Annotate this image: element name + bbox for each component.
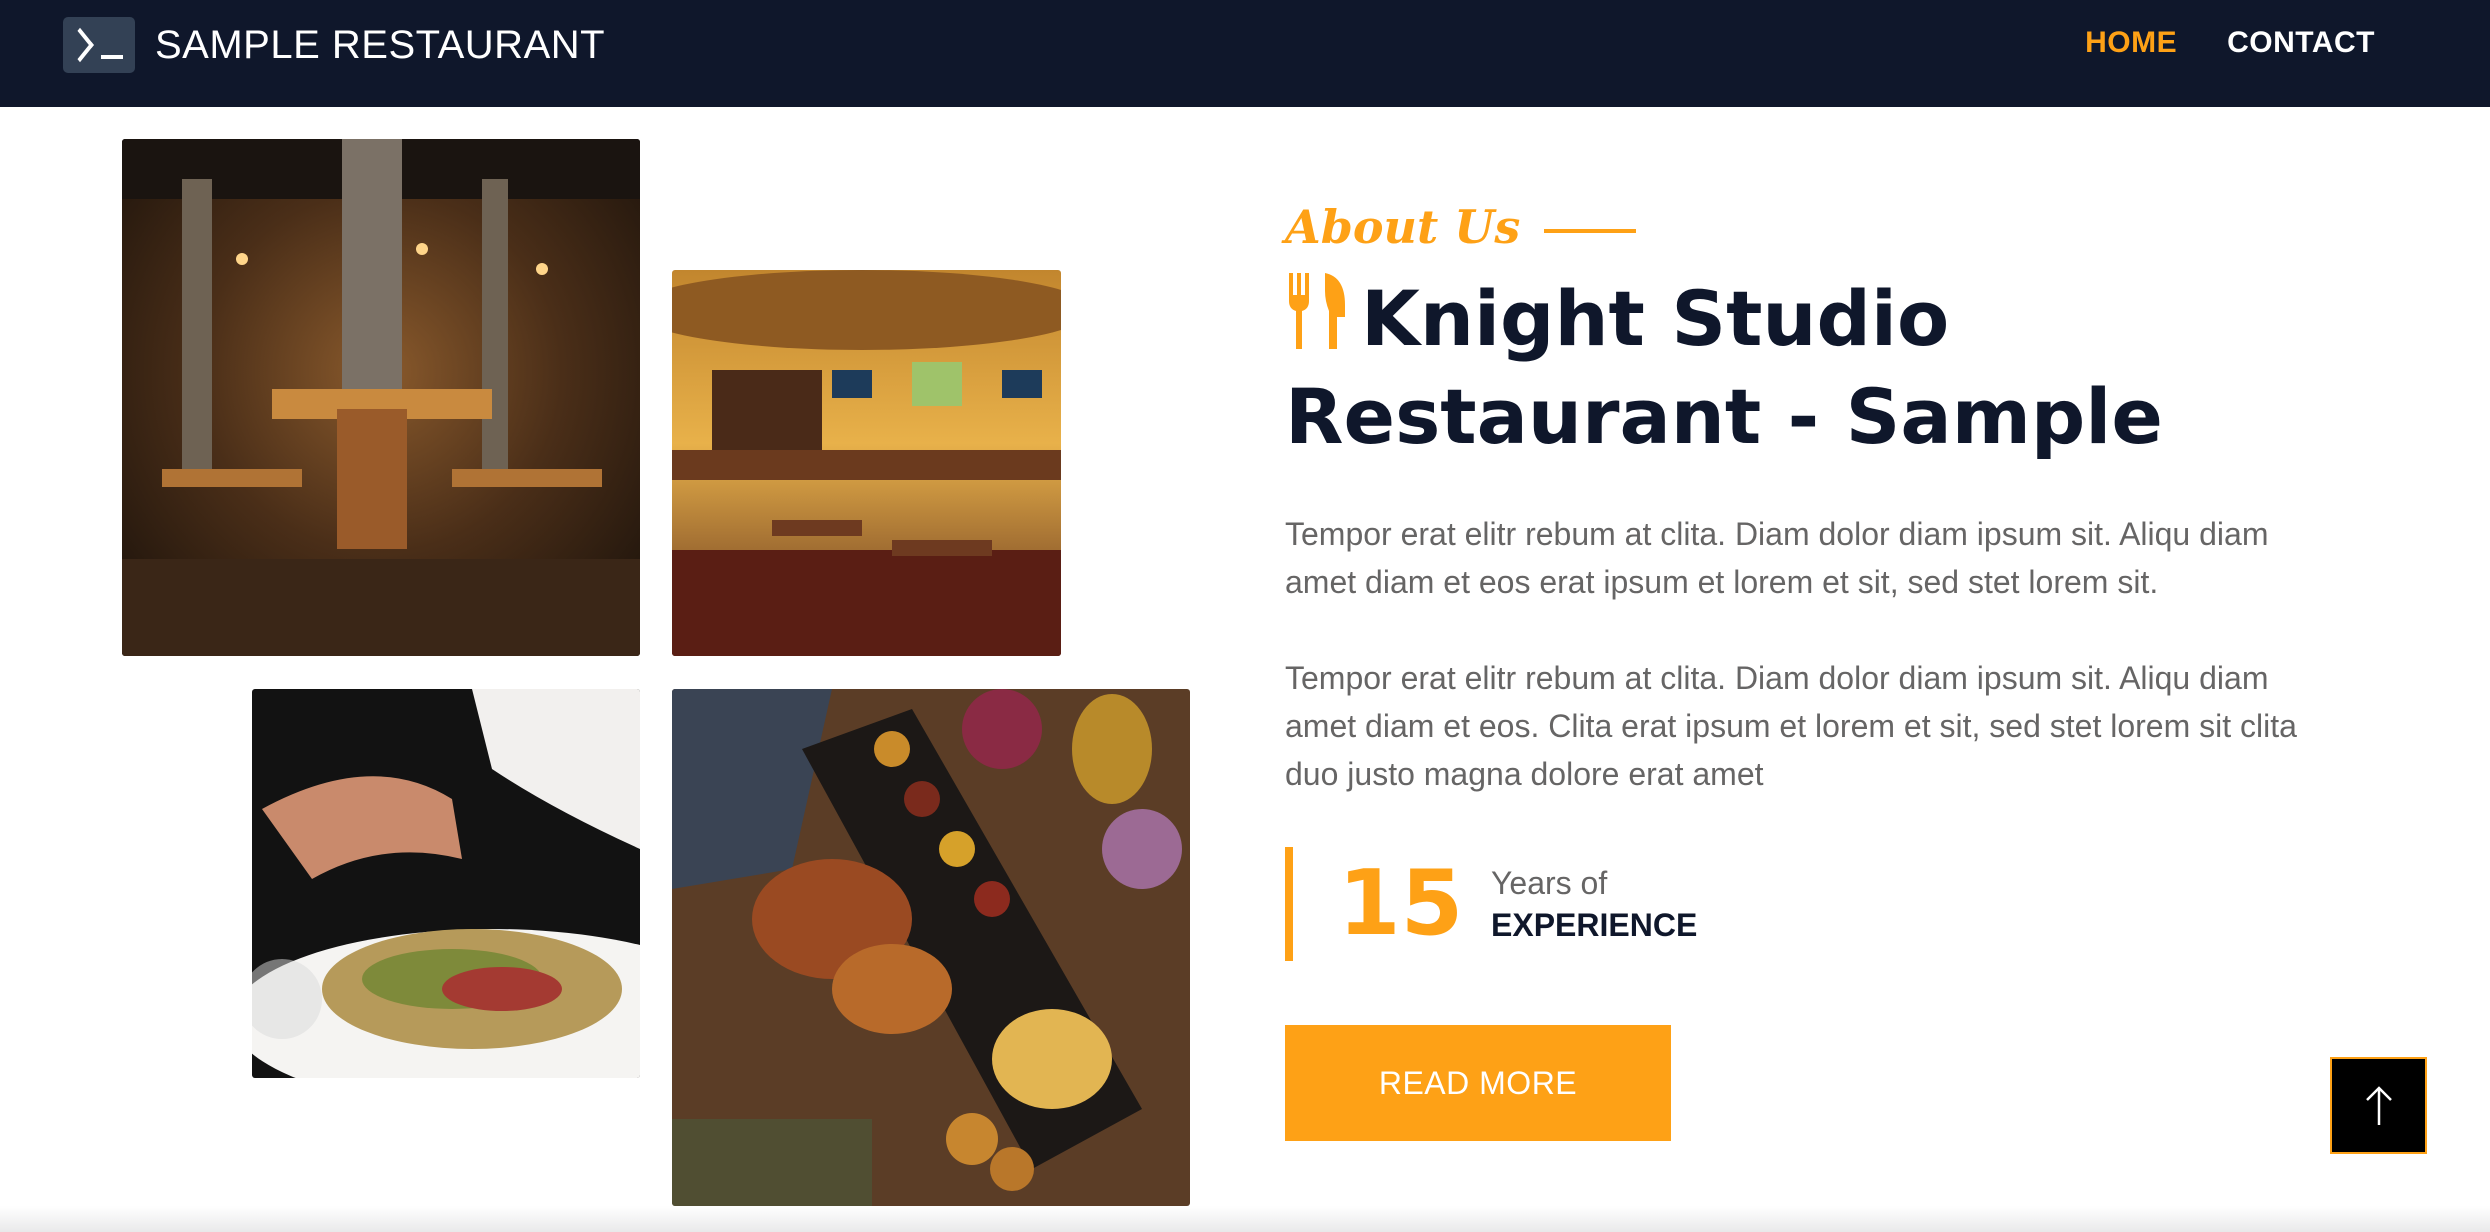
about-paragraph-1: Tempor erat elitr rebum at clita. Diam d… bbox=[1285, 516, 2269, 600]
restaurant-interior-image bbox=[122, 139, 640, 656]
page-bottom-edge bbox=[0, 1206, 2490, 1232]
read-more-button[interactable]: READ MORE bbox=[1285, 1025, 1671, 1141]
salad-plate-image bbox=[252, 689, 640, 1078]
about-us-tagline: About Us bbox=[1285, 200, 1637, 254]
experience-label-big: EXPERIENCE bbox=[1491, 907, 1698, 943]
brand-name: SAMPLE RESTAURANT bbox=[155, 22, 606, 67]
tagline-divider bbox=[1544, 229, 1637, 233]
arrow-up-icon bbox=[2365, 1085, 2392, 1125]
back-to-top-button[interactable] bbox=[2330, 1057, 2427, 1154]
experience-stat: 15 Years of EXPERIENCE bbox=[1285, 847, 1697, 961]
terminal-icon bbox=[63, 17, 135, 73]
utensils-icon bbox=[1289, 273, 1345, 349]
about-us-label: About Us bbox=[1285, 200, 1521, 254]
navbar: SAMPLE RESTAURANT HOME CONTACT bbox=[0, 0, 2490, 107]
nav-links: HOME CONTACT bbox=[2085, 26, 2375, 60]
nav-link-home[interactable]: HOME bbox=[2085, 26, 2177, 60]
experience-number: 15 bbox=[1338, 851, 1464, 956]
about-paragraph-2: Tempor erat elitr rebum at clita. Diam d… bbox=[1285, 660, 2297, 792]
page-title: Knight Studio Restaurant - Sample bbox=[1285, 270, 2405, 466]
experience-label-small: Years of bbox=[1491, 865, 1608, 901]
restaurant-dining-room-image bbox=[672, 270, 1061, 656]
page-title-text: Knight Studio Restaurant - Sample bbox=[1285, 274, 2163, 461]
nav-link-contact[interactable]: CONTACT bbox=[2227, 26, 2375, 60]
food-platter-image bbox=[672, 689, 1190, 1206]
brand-link[interactable]: SAMPLE RESTAURANT bbox=[63, 17, 605, 73]
